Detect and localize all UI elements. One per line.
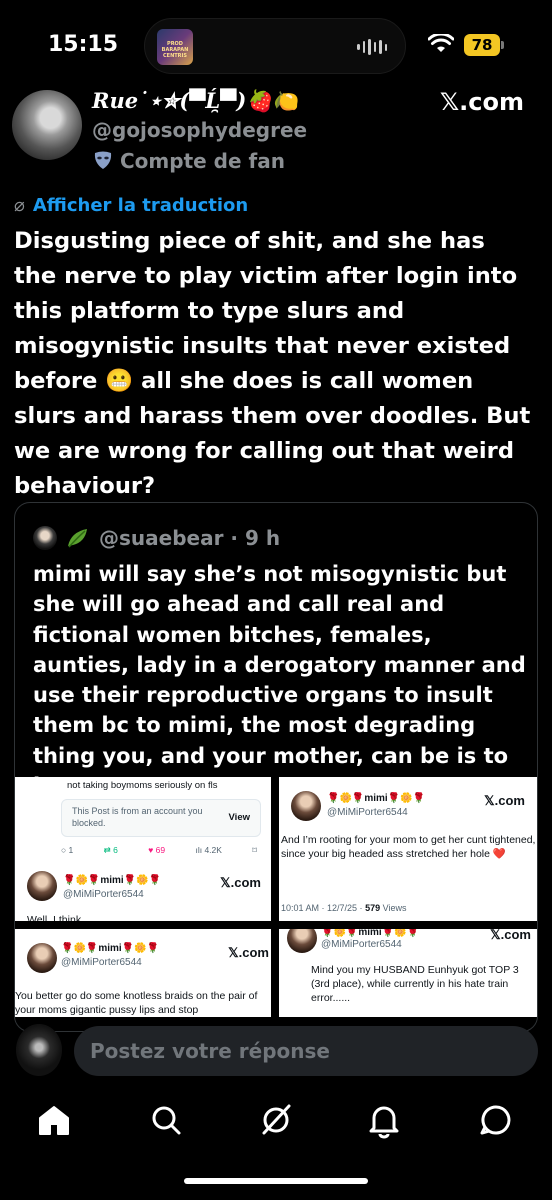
quoted-post[interactable]: @suaebear · 9 h mimi will say she’s not … <box>14 502 538 1032</box>
notifications-icon[interactable] <box>364 1100 404 1140</box>
mimi-handle: @MiMiPorter6544 <box>321 939 402 950</box>
now-playing-thumbnail: PROD BARAPAN CENTRIS <box>157 29 193 65</box>
mimi-avatar <box>27 943 57 973</box>
blocked-text: This Post is from an account you blocked… <box>72 806 203 828</box>
mask-icon <box>94 151 112 169</box>
messages-icon[interactable] <box>476 1100 516 1140</box>
translate-icon: ⌀ <box>14 195 25 216</box>
dynamic-island[interactable]: PROD BARAPAN CENTRIS <box>144 18 406 74</box>
image3-text: You better go do some knotless braids on… <box>15 990 258 1016</box>
home-icon[interactable] <box>34 1100 74 1140</box>
post-metrics: ○ 1 ⇄ 6 ♥ 69 ılı 4.2K ⌑⇪ <box>61 845 271 856</box>
blocked-post-notice: This Post is from an account you blocked… <box>61 799 261 837</box>
image1-top-text: not taking boymoms seriously on fls <box>67 780 218 791</box>
x-logo: 𝕏.com <box>484 793 525 808</box>
media-image-2[interactable]: 🌹🌼🌹mimi🌹🌼🌹 @MiMiPorter6544 𝕏.com And I’m… <box>279 777 537 921</box>
mimi-name: 🌹🌼🌹mimi🌹🌼🌹 <box>61 943 160 954</box>
image2-meta: 10:01 AM · 12/7/25 · 579 Views <box>281 903 407 913</box>
media-image-4[interactable]: 🌹🌼🌹mimi🌹🌼🌹 @MiMiPorter6544 𝕏.com Mind yo… <box>279 929 537 1017</box>
x-logo: 𝕏.com <box>490 929 531 942</box>
author-handle[interactable]: @gojosophydegree <box>92 118 307 142</box>
media-grid: not taking boymoms seriously on fls This… <box>15 777 537 1017</box>
image2-text: And I’m rooting for your mom to get her … <box>281 834 536 860</box>
image1-cut-text: Well, I think <box>27 914 82 921</box>
grok-icon[interactable] <box>256 1100 296 1140</box>
fan-badge: Compte de fan <box>92 149 285 173</box>
reply-count: ○ 1 <box>61 845 74 855</box>
mimi-name: 🌹🌼🌹mimi🌹🌼🌹 <box>327 793 426 804</box>
view-button: View <box>228 812 250 823</box>
search-icon[interactable] <box>146 1100 186 1140</box>
x-logo: 𝕏.com <box>220 875 261 890</box>
image4-text: Mind you my HUSBAND Eunhyuk got TOP 3 (3… <box>311 964 519 1004</box>
reply-input[interactable]: Postez votre réponse <box>74 1026 538 1076</box>
audio-wave-icon <box>357 39 387 55</box>
quoted-post-text: mimi will say she’s not misogynistic but… <box>33 562 526 798</box>
current-user-avatar[interactable] <box>16 1024 62 1076</box>
media-image-3[interactable]: 🌹🌼🌹mimi🌹🌼🌹 @MiMiPorter6544 𝕏.com You bet… <box>15 929 271 1017</box>
mimi-name: 🌹🌼🌹mimi🌹🌼🌹 <box>321 929 420 938</box>
post-text: Disgusting piece of shit, and she has th… <box>14 228 531 499</box>
fan-badge-label: Compte de fan <box>120 149 285 173</box>
mimi-name: 🌹🌼🌹mimi🌹🌼🌹 <box>63 875 162 886</box>
x-logo: 𝕏.com <box>228 945 269 960</box>
media-image-1[interactable]: not taking boymoms seriously on fls This… <box>15 777 271 921</box>
translate-link[interactable]: ⌀ Afficher la traduction <box>14 195 248 216</box>
site-logo: 𝕏.com <box>439 88 524 116</box>
bottom-nav <box>0 1090 552 1150</box>
translate-label: Afficher la traduction <box>32 195 249 216</box>
author-display-name[interactable]: Rue˙⋆✮(▀̿Ĺ̯▀̿)🍓🍋 <box>92 88 299 114</box>
quoted-author-avatar[interactable] <box>33 526 57 550</box>
battery-indicator: 78 <box>464 34 504 56</box>
like-count: ♥ 69 <box>148 845 166 855</box>
mimi-handle: @MiMiPorter6544 <box>61 957 142 968</box>
author-avatar[interactable] <box>12 90 82 160</box>
view-count: ılı 4.2K <box>195 845 222 855</box>
clock: 15:15 <box>48 32 119 57</box>
mimi-avatar <box>291 791 321 821</box>
wifi-icon <box>428 34 454 52</box>
status-bar: 15:15 PROD BARAPAN CENTRIS 78 <box>0 0 552 92</box>
mimi-avatar <box>287 929 317 953</box>
thumbnail-text: PROD BARAPAN CENTRIS <box>161 41 189 59</box>
mimi-handle: @MiMiPorter6544 <box>327 807 408 818</box>
quoted-author-handle[interactable]: @suaebear · 9 h <box>99 526 280 550</box>
quoted-post-header: @suaebear · 9 h <box>33 523 280 553</box>
repost-count: ⇄ 6 <box>103 845 118 855</box>
bookmark-icon: ⌑ <box>252 845 257 855</box>
home-indicator[interactable] <box>184 1178 368 1184</box>
leaf-icon <box>68 529 87 548</box>
mimi-avatar <box>27 871 57 901</box>
mimi-handle: @MiMiPorter6544 <box>63 889 144 900</box>
